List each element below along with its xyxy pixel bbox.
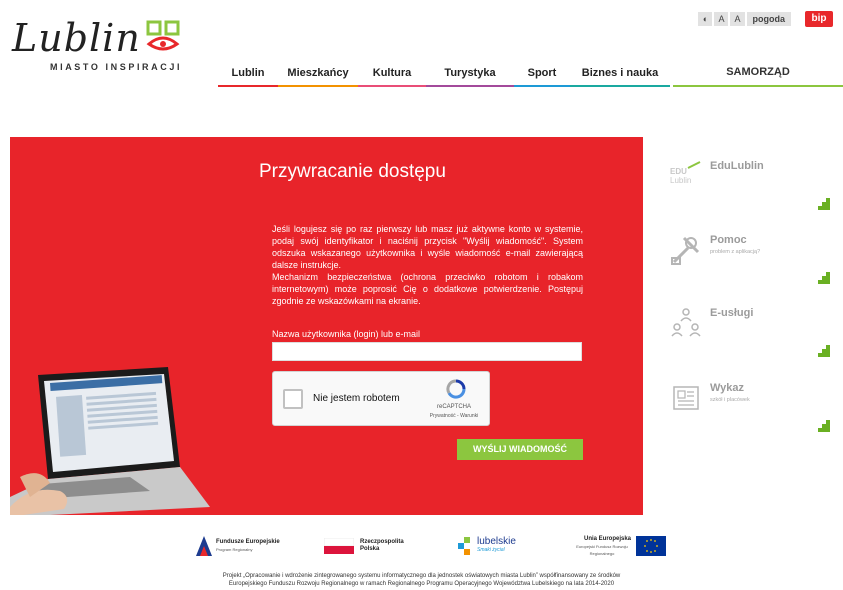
arrow-corner-icon xyxy=(818,345,830,357)
tools-icon xyxy=(671,236,700,265)
ue-text: Unia Europejska xyxy=(583,535,631,542)
nav-item-lublin[interactable]: Lublin xyxy=(218,66,278,87)
arrow-corner-icon xyxy=(818,272,830,284)
side-link-edulublin[interactable]: EDU Lublin EduLublin xyxy=(660,160,840,240)
access-recovery-panel: Przywracanie dostępu Jeśli logujesz się … xyxy=(10,137,643,515)
login-field-label: Nazwa użytkownika (login) lub e-mail xyxy=(272,329,421,339)
utility-bar: ◐ A A pogoda bip xyxy=(698,11,833,27)
side-link-subtitle: problem z aplikacją? xyxy=(710,249,761,255)
rzeczpospolita-polska-logo: Rzeczpospolita Polska xyxy=(324,533,412,559)
side-link-subtitle: szkół i placówek xyxy=(710,397,750,403)
font-size-large-button[interactable]: A xyxy=(730,12,745,26)
fundusze-europejskie-logo: Fundusze Europejskie Program Regionalny xyxy=(196,533,280,559)
instructions: Jeśli logujesz się po raz pierwszy lub m… xyxy=(272,223,583,307)
polish-flag-icon xyxy=(324,538,354,554)
fundusze-icon xyxy=(196,536,212,556)
contrast-button[interactable]: ◐ xyxy=(698,12,713,26)
lubelskie-subtext: Smaki życia! xyxy=(477,547,506,553)
project-funding-note-line1: Projekt „Opracowanie i wdrożenie zintegr… xyxy=(222,573,621,579)
login-email-input[interactable] xyxy=(272,342,582,361)
lubelskie-icon xyxy=(458,537,470,555)
project-funding-note-line2: Europejskiego Funduszu Rozwoju Regionaln… xyxy=(228,581,615,587)
fundusze-subtext: Program Regionalny xyxy=(216,547,253,552)
font-size-normal-button[interactable]: A xyxy=(714,12,729,26)
recaptcha-privacy-terms[interactable]: Prywatność - Warunki xyxy=(427,413,481,419)
nav-item-biznes-i-nauka[interactable]: Biznes i nauka xyxy=(570,66,670,87)
nav-item-turystyka[interactable]: Turystyka xyxy=(426,66,514,87)
fundusze-text: Fundusze Europejskie xyxy=(216,539,280,545)
side-link-wykaz[interactable]: Wykaz szkół i placówek xyxy=(660,382,840,462)
nav-item-sport[interactable]: Sport xyxy=(514,66,570,87)
instructions-intro: Jeśli logujesz się po raz pierwszy lub m… xyxy=(272,224,583,270)
newspaper-icon xyxy=(673,386,699,410)
bip-link[interactable]: bip xyxy=(805,11,833,27)
side-link-e-uslugi[interactable]: E-usługi xyxy=(660,307,840,387)
nav-item-mieszkancy[interactable]: Mieszkańcy xyxy=(278,66,358,87)
lublin-logo[interactable]: Lublin MIASTO INSPIRACJI xyxy=(12,16,197,76)
recaptcha-label: Nie jestem robotem xyxy=(313,393,400,404)
rp-text: Rzeczpospolita Polska xyxy=(360,539,404,552)
svg-text:EDU: EDU xyxy=(670,167,687,176)
arrow-corner-icon xyxy=(818,198,830,210)
laptop-illustration xyxy=(10,367,210,515)
page-title: Przywracanie dostępu xyxy=(259,161,446,182)
arrow-corner-icon xyxy=(818,420,830,432)
weather-link[interactable]: pogoda xyxy=(746,12,791,26)
unia-europejska-logo: Unia Europejska Europejski Fundusz Rozwo… xyxy=(573,533,666,559)
recaptcha-brand: reCAPTCHA xyxy=(436,404,471,410)
send-message-button[interactable]: WYŚLIJ WIADOMOŚĆ xyxy=(457,439,583,460)
instructions-security: Mechanizm bezpieczeństwa (ochrona przeci… xyxy=(272,272,583,306)
side-link-pomoc[interactable]: Pomoc problem z aplikacją? xyxy=(660,234,840,314)
side-link-title: Wykaz xyxy=(710,382,745,394)
side-link-title: EduLublin xyxy=(710,160,764,172)
logo-symbol-icon xyxy=(146,20,180,51)
ue-subtext: Europejski Fundusz Rozwoju Regionalnego xyxy=(576,543,628,556)
logo-tagline: MIASTO INSPIRACJI xyxy=(50,62,183,72)
edulublin-logo: EDU Lublin xyxy=(670,161,701,185)
lubelskie-logo: lubelskie Smaki życia! xyxy=(458,533,516,559)
side-link-title: E-usługi xyxy=(710,307,754,319)
recaptcha-checkbox[interactable] xyxy=(283,389,303,409)
side-link-title: Pomoc xyxy=(710,234,747,246)
nav-item-kultura[interactable]: Kultura xyxy=(358,66,426,87)
funding-logos: Fundusze Europejskie Program Regionalny … xyxy=(0,533,843,563)
recaptcha-icon xyxy=(446,379,466,399)
eu-flag-icon xyxy=(636,536,666,556)
main-nav: Lublin Mieszkańcy Kultura Turystyka Spor… xyxy=(218,66,670,87)
logo-wordmark: Lublin xyxy=(12,16,141,60)
recaptcha-widget: Nie jestem robotem reCAPTCHA Prywatność … xyxy=(272,371,490,426)
project-funding-note: Projekt „Opracowanie i wdrożenie zintegr… xyxy=(0,572,843,588)
nav-item-samorzad[interactable]: SAMORZĄD xyxy=(673,66,843,87)
svg-text:Lublin: Lublin xyxy=(670,176,691,185)
people-network-icon xyxy=(671,308,701,337)
